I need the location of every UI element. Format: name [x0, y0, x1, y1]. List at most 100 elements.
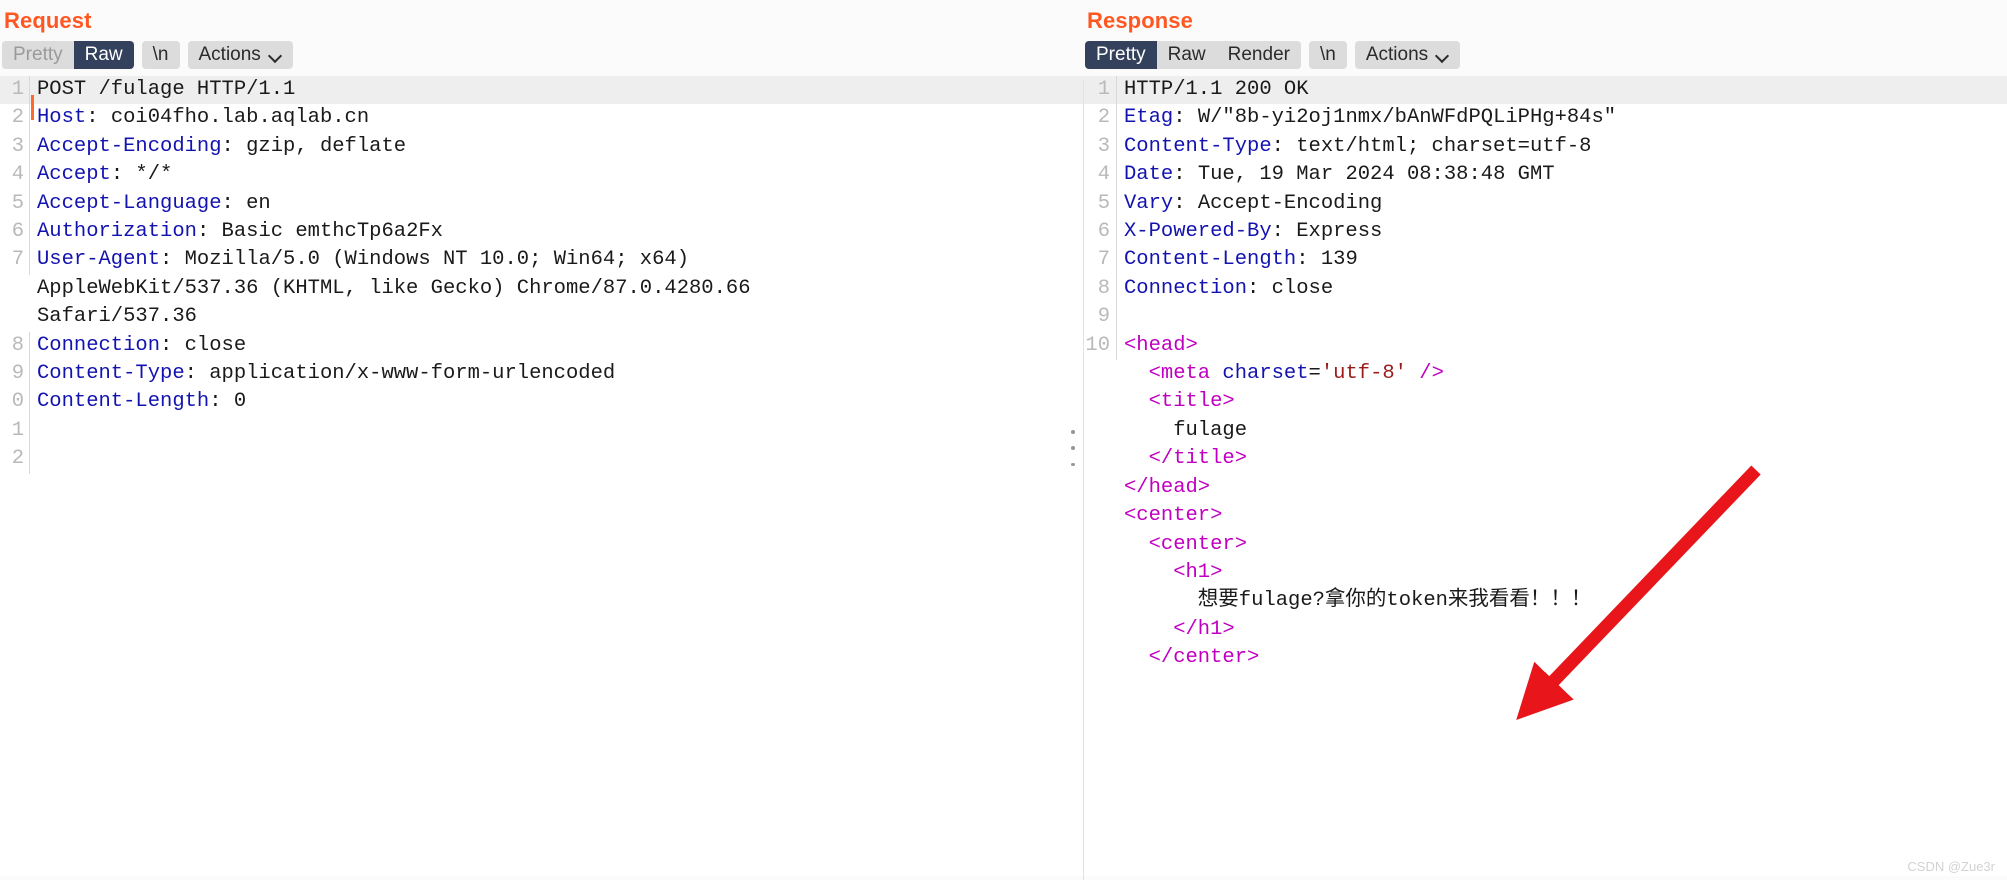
code-line-text: HTTP/1.1 200 OK: [1117, 76, 1309, 104]
code-line: 2: [0, 445, 1083, 474]
line-number: 7: [1083, 246, 1117, 275]
code-line: 想要fulage?拿你的token来我看看！！！: [1083, 587, 2007, 615]
code-token: Content-Length: [37, 390, 210, 414]
code-token: Etag: [1124, 106, 1174, 130]
code-token: : application/x-www-form-urlencoded: [184, 362, 616, 386]
code-line: fulage: [1083, 417, 2007, 445]
line-number: 9: [1083, 303, 1117, 332]
code-line-text: Authorization: Basic emthcTp6a2Fx: [30, 218, 443, 246]
line-number: 2: [0, 445, 30, 474]
request-code-editor[interactable]: 1 POST /fulage HTTP/1.1 2 Host: coi04fho.la…: [0, 76, 1083, 876]
code-line: 9: [1083, 303, 2007, 332]
code-line-text: Accept-Encoding: gzip, deflate: [30, 133, 406, 161]
code-line-text: Accept-Language: en: [30, 190, 271, 218]
code-token: User-Agent: [37, 248, 161, 272]
response-actions-button[interactable]: Actions: [1354, 41, 1461, 69]
response-code-editor[interactable]: 1 HTTP/1.1 200 OK 2 Etag: W/"8b-yi2oj1nmx/b…: [1083, 76, 2007, 876]
code-line: <center>: [1083, 502, 2007, 530]
code-token: HTTP/1.1 200 OK: [1124, 78, 1309, 101]
code-line: </center>: [1083, 644, 2007, 672]
code-line-text: Connection: close: [30, 332, 246, 360]
code-token: </title>: [1124, 447, 1248, 471]
line-number: 1: [0, 416, 30, 446]
code-token: Vary: [1124, 191, 1174, 215]
code-line: <meta charset='utf-8' />: [1083, 360, 2007, 388]
code-line: </head>: [1083, 474, 2007, 502]
code-token: </center>: [1124, 646, 1260, 670]
code-line-text: Accept: */*: [30, 161, 172, 189]
line-number: 10: [1083, 331, 1117, 361]
code-line-text: Content-Type: application/x-www-form-url…: [30, 360, 615, 388]
request-actions-label: Actions: [198, 44, 261, 65]
code-token: Accept: [37, 163, 111, 187]
code-token: </head>: [1124, 475, 1211, 499]
code-token: : Accept-Encoding: [1173, 191, 1383, 215]
code-line-text: Etag: W/"8b-yi2oj1nmx/bAnWFdPQLiPHg+84s": [1117, 104, 1616, 132]
code-token: Connection: [37, 333, 161, 357]
line-number: 7: [0, 246, 30, 275]
code-token: : */*: [110, 163, 173, 187]
panel-divider: [1083, 80, 1084, 880]
line-number: 5: [1083, 189, 1117, 219]
code-line-text: <head>: [1117, 332, 1198, 360]
code-line-text: <title>: [1117, 388, 1235, 416]
code-line-text: Content-Type: text/html; charset=utf-8: [1117, 133, 1591, 161]
code-token: Content-Type: [37, 362, 185, 386]
code-token: <meta: [1124, 362, 1223, 386]
code-token: : en: [221, 191, 271, 215]
code-line-text: Connection: close: [1117, 275, 1333, 303]
code-line: 8 Connection: close: [1083, 274, 2007, 304]
request-tab-pretty[interactable]: Pretty: [2, 41, 74, 69]
code-token: Content-Length: [1124, 248, 1297, 272]
code-token: </h1>: [1124, 617, 1235, 641]
code-line: 4 Accept: */*: [0, 161, 1083, 190]
code-token: charset: [1222, 362, 1309, 386]
response-toolbar: Pretty Raw Render \n Actions: [1083, 36, 2007, 76]
http-inspector: Request Pretty Raw \n Actions 1 POST /ful…: [0, 0, 2007, 880]
response-newline-button[interactable]: \n: [1308, 41, 1347, 69]
code-line-text: <center>: [1117, 531, 1247, 559]
line-number: 3: [0, 132, 30, 162]
code-line: 0 Content-Length: 0: [0, 388, 1083, 417]
code-line-text: <h1>: [1117, 559, 1222, 587]
code-line-text: </h1>: [1117, 616, 1235, 644]
line-number: 4: [1083, 161, 1117, 190]
request-tab-raw[interactable]: Raw: [73, 41, 134, 69]
response-tab-raw[interactable]: Raw: [1156, 41, 1217, 69]
code-token: : close: [160, 333, 247, 357]
code-token: : gzip, deflate: [221, 134, 407, 158]
response-tab-pretty[interactable]: Pretty: [1085, 41, 1157, 69]
code-line: Safari/537.36: [0, 303, 1083, 331]
request-newline-label: \n: [152, 44, 169, 65]
code-token: : Basic emthcTp6a2Fx: [196, 220, 443, 244]
request-actions-button[interactable]: Actions: [187, 41, 293, 69]
line-number: 0: [0, 388, 30, 417]
code-token: : coi04fho.lab.aqlab.cn: [86, 106, 370, 130]
code-token: Content-Type: [1124, 134, 1272, 158]
response-tab-render[interactable]: Render: [1216, 41, 1301, 69]
code-token: X-Powered-By: [1124, 220, 1272, 244]
code-token: fulage: [1124, 418, 1248, 442]
code-line: <h1>: [1083, 559, 2007, 587]
code-line-text: User-Agent: Mozilla/5.0 (Windows NT 10.0…: [30, 246, 689, 274]
request-newline-button[interactable]: \n: [141, 41, 180, 69]
chevron-down-icon: [1436, 51, 1449, 59]
code-line-text: X-Powered-By: Express: [1117, 218, 1382, 246]
code-line-text: </center>: [1117, 644, 1260, 672]
code-line-text: Host: coi04fho.lab.aqlab.cn: [30, 104, 369, 132]
code-line: 2 Host: coi04fho.lab.aqlab.cn: [0, 104, 1083, 133]
code-line-text: fulage: [1117, 417, 1247, 445]
code-line: AppleWebKit/537.36 (KHTML, like Gecko) C…: [0, 275, 1083, 303]
response-view-mode-tabs: Pretty Raw Render: [1085, 41, 1301, 69]
code-token: />: [1406, 362, 1444, 386]
code-token: Connection: [1124, 276, 1248, 300]
code-line: 1 HTTP/1.1 200 OK: [1083, 76, 2007, 105]
splitter-drag-handle-icon[interactable]: [1070, 430, 1076, 466]
code-line-text: </title>: [1117, 445, 1247, 473]
code-line: 1 POST /fulage HTTP/1.1: [0, 76, 1083, 120]
request-view-mode-tabs: Pretty Raw: [2, 41, 134, 69]
code-token: <center>: [1124, 532, 1248, 556]
code-token: <h1>: [1124, 560, 1223, 584]
code-line: <center>: [1083, 531, 2007, 559]
code-line: 7 User-Agent: Mozilla/5.0 (Windows NT 10.…: [0, 246, 1083, 275]
